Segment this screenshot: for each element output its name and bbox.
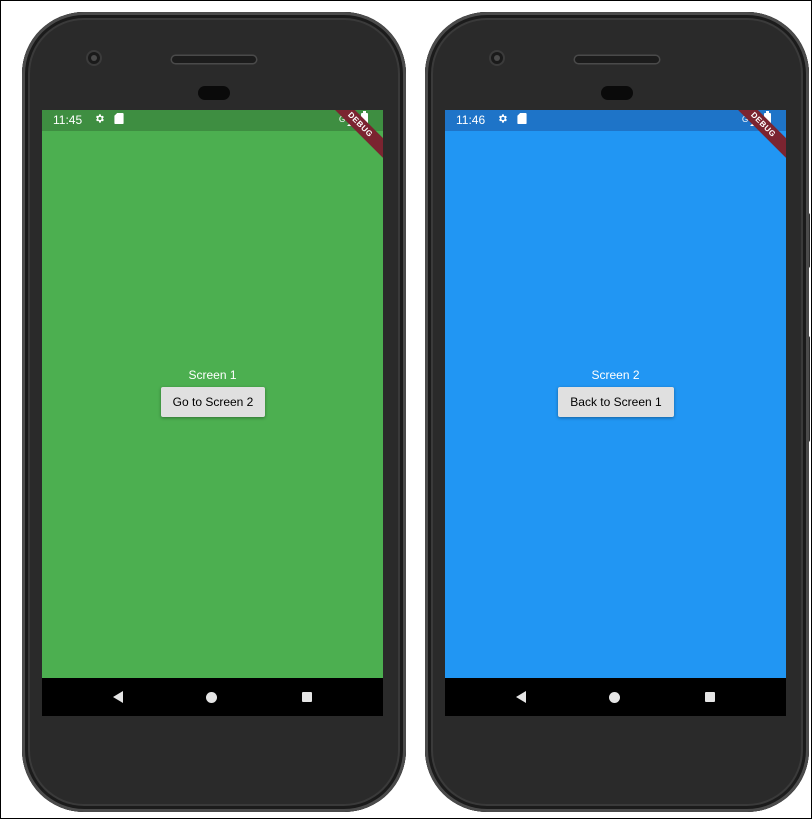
proximity-sensor [198,86,230,100]
earpiece-speaker [575,56,659,63]
phone-2-screen: 11:46 G Screen 2 Back to Screen 1 DEBUG [445,110,786,716]
back-to-screen-1-button[interactable]: Back to Screen 1 [558,387,674,417]
home-icon[interactable] [609,692,620,703]
app-body: Screen 1 Go to Screen 2 [42,131,383,678]
go-to-screen-2-button[interactable]: Go to Screen 2 [161,387,265,417]
back-icon[interactable] [516,691,526,703]
navigation-bar [42,678,383,716]
front-camera-icon [491,52,503,64]
front-camera-icon [88,52,100,64]
screen-title: Screen 1 [188,368,237,382]
back-icon[interactable] [113,691,123,703]
sd-card-icon [517,113,527,124]
status-bar: 11:46 G [445,110,786,131]
recents-icon[interactable] [705,692,715,702]
app-body: Screen 2 Back to Screen 1 [445,131,786,678]
home-icon[interactable] [206,692,217,703]
status-bar: 11:45 G [42,110,383,131]
proximity-sensor [601,86,633,100]
earpiece-speaker [172,56,256,63]
recents-icon[interactable] [302,692,312,702]
status-time: 11:46 [456,113,486,127]
phone-1: 11:45 G Screen 1 Go to Screen 2 DEBUG [22,12,406,812]
phone-1-screen: 11:45 G Screen 1 Go to Screen 2 DEBUG [42,110,383,716]
phone-2: 11:46 G Screen 2 Back to Screen 1 DEBUG [425,12,809,812]
gear-icon [96,114,104,123]
status-time: 11:45 [53,113,83,127]
sd-card-icon [114,113,124,124]
screen-title: Screen 2 [591,368,640,382]
gear-icon [499,114,507,123]
navigation-bar [445,678,786,716]
